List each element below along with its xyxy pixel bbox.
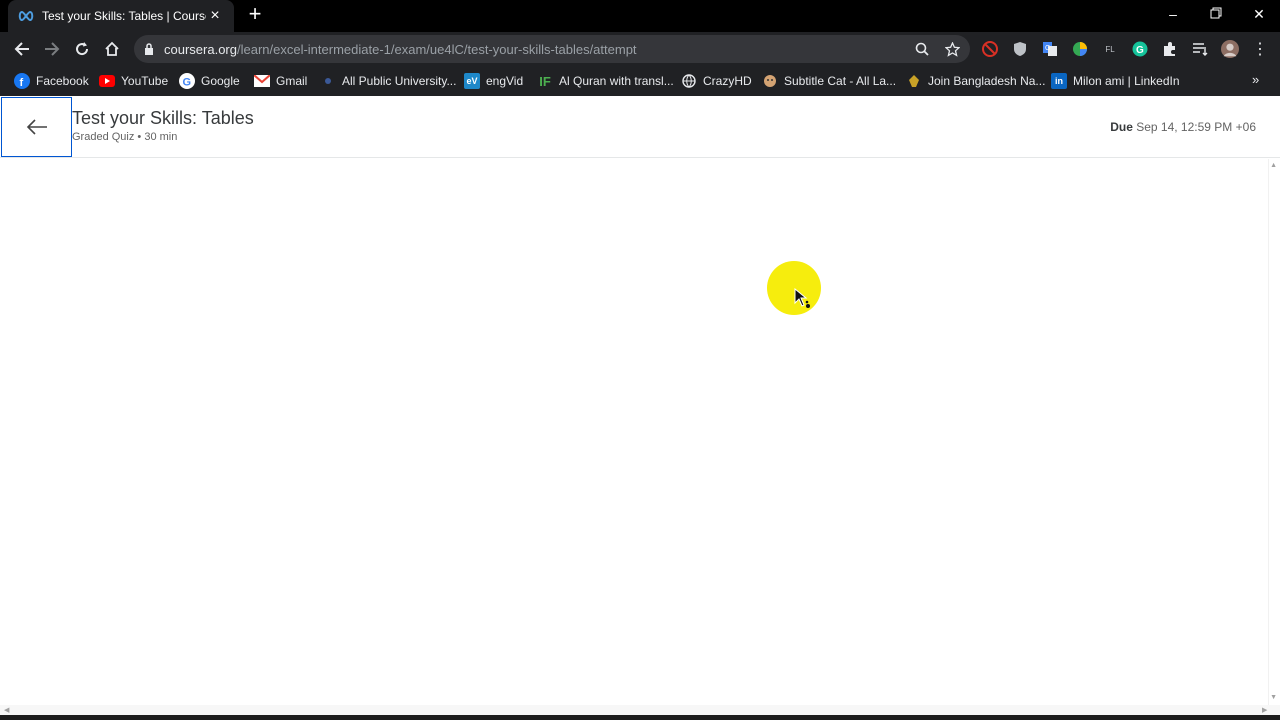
bookmark-facebook[interactable]: f Facebook <box>14 71 89 91</box>
bookmark-gmail[interactable]: Gmail <box>254 71 307 91</box>
search-icon[interactable] <box>914 41 930 57</box>
svg-text:G: G <box>183 77 192 89</box>
arrow-left-icon <box>26 119 47 135</box>
bookmark-linkedin[interactable]: in Milon ami | LinkedIn <box>1051 71 1180 91</box>
colorful-extension-icon[interactable] <box>1071 40 1089 58</box>
svg-text:f: f <box>20 77 24 89</box>
home-button[interactable] <box>100 37 124 61</box>
bookmark-label: Al Quran with transl... <box>559 74 674 88</box>
globe-icon <box>681 73 697 89</box>
reading-list-icon[interactable] <box>1191 40 1209 58</box>
url-host: coursera.org <box>164 41 237 57</box>
subtitle-cat-icon <box>762 73 778 89</box>
scroll-down-icon[interactable]: ▼ <box>1270 694 1277 701</box>
tab-title: Test your Skills: Tables | Coursera <box>42 9 206 23</box>
avatar[interactable] <box>1221 40 1239 58</box>
bookmark-label: All Public University... <box>342 74 457 88</box>
tab-strip: Test your Skills: Tables | Coursera × + … <box>0 0 1280 32</box>
coursera-infinity-icon <box>18 8 34 24</box>
bookmark-label: YouTube <box>121 74 169 88</box>
coursera-page: Test your Skills: Tables Graded Quiz • 3… <box>0 96 1280 720</box>
bookmark-youtube[interactable]: YouTube <box>99 71 168 91</box>
shield-icon[interactable] <box>1011 40 1029 58</box>
lock-icon <box>142 42 156 56</box>
mouse-cursor-icon <box>794 288 810 308</box>
bookmark-label: CrazyHD <box>703 74 752 88</box>
translate-icon[interactable]: G <box>1041 40 1059 58</box>
quiz-body-loading <box>0 159 1268 705</box>
facebook-icon: f <box>14 73 30 89</box>
close-tab-icon[interactable]: × <box>206 8 224 24</box>
browser-tab[interactable]: Test your Skills: Tables | Coursera × <box>8 0 234 32</box>
fl-extension-icon[interactable]: FL <box>1101 40 1119 58</box>
due-date: Due Sep 14, 12:59 PM +06 <box>1110 120 1256 134</box>
vertical-scrollbar[interactable] <box>1268 159 1280 705</box>
engvid-icon: eV <box>464 73 480 89</box>
svg-text:G: G <box>1136 45 1144 56</box>
quran-icon: IF <box>539 73 551 89</box>
horizontal-scrollbar[interactable] <box>0 705 1280 715</box>
bookmark-label: Google <box>201 74 240 88</box>
university-icon <box>320 73 336 89</box>
back-to-course-button[interactable] <box>1 97 72 157</box>
bookmark-label: Gmail <box>276 74 308 88</box>
google-icon: G <box>179 73 195 89</box>
quiz-header: Test your Skills: Tables Graded Quiz • 3… <box>0 96 1280 158</box>
youtube-icon <box>99 73 115 89</box>
grammarly-icon[interactable]: G <box>1131 40 1149 58</box>
gmail-icon <box>254 73 270 89</box>
bookmarks-overflow-icon[interactable]: » <box>1252 72 1259 87</box>
due-value: Sep 14, 12:59 PM +06 <box>1136 120 1256 134</box>
kebab-menu-icon[interactable]: ⋮ <box>1251 40 1269 58</box>
bookmark-google[interactable]: G Google <box>179 71 240 91</box>
navy-icon <box>906 73 922 89</box>
star-icon[interactable] <box>944 41 960 57</box>
new-tab-button[interactable]: + <box>244 3 266 26</box>
bookmark-label: Facebook <box>36 74 89 88</box>
quiz-meta: Graded Quiz • 30 min <box>72 131 178 143</box>
blocker-extension-icon[interactable] <box>981 40 999 58</box>
bookmark-engvid[interactable]: eV engVid <box>464 71 523 91</box>
scroll-left-icon[interactable]: ◀ <box>4 706 9 714</box>
bookmark-label: Subtitle Cat - All La... <box>784 74 897 88</box>
bookmark-subtitle-cat[interactable]: Subtitle Cat - All La... <box>762 71 896 91</box>
url-path: /learn/excel-intermediate-1/exam/ue4lC/t… <box>236 41 637 57</box>
address-bar[interactable]: coursera.org/learn/excel-intermediate-1/… <box>134 35 970 63</box>
back-button[interactable] <box>10 37 34 61</box>
taskbar-strip <box>0 715 1280 720</box>
due-label: Due <box>1110 120 1133 134</box>
linkedin-icon: in <box>1051 73 1067 89</box>
bookmark-crazyhd[interactable]: CrazyHD <box>681 71 752 91</box>
bookmark-label: engVid <box>486 74 524 88</box>
bookmark-al-quran[interactable]: IF Al Quran with transl... <box>537 71 674 91</box>
bookmark-label: Milon ami | LinkedIn <box>1073 74 1180 88</box>
bookmark-label: Join Bangladesh Na... <box>928 74 1046 88</box>
minimize-button[interactable]: – <box>1161 4 1185 26</box>
bookmark-join-bangladesh[interactable]: Join Bangladesh Na... <box>906 71 1045 91</box>
page-title: Test your Skills: Tables <box>72 108 254 128</box>
svg-text:G: G <box>1045 45 1050 52</box>
bookmark-all-public-university[interactable]: All Public University... <box>320 71 456 91</box>
scroll-right-icon[interactable]: ▶ <box>1262 706 1267 714</box>
reload-button[interactable] <box>70 37 94 61</box>
puzzle-icon[interactable] <box>1161 40 1179 58</box>
close-window-button[interactable]: ✕ <box>1247 4 1271 26</box>
scroll-up-icon[interactable]: ▲ <box>1270 162 1277 169</box>
restore-button[interactable] <box>1204 4 1228 26</box>
bookmarks-bar: f Facebook YouTube G Google Gmail All Pu… <box>0 66 1280 96</box>
forward-button[interactable] <box>40 37 64 61</box>
